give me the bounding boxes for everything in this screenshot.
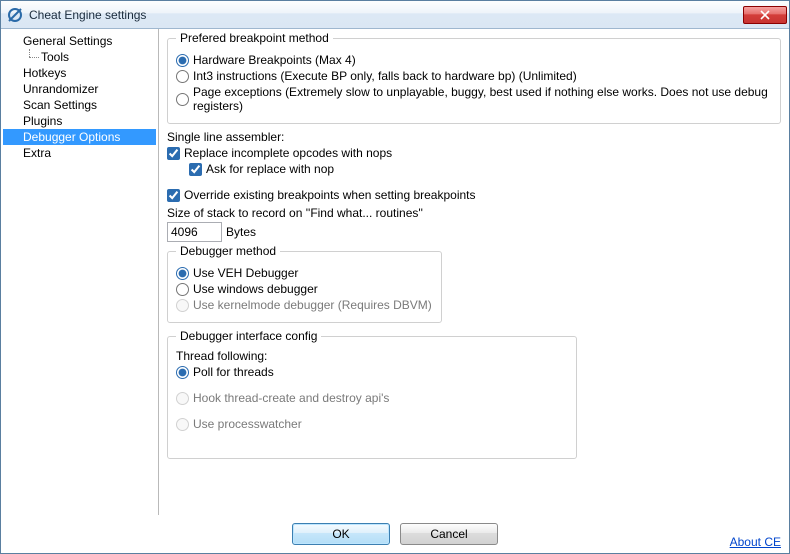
thread-following-label: Thread following: bbox=[176, 349, 568, 363]
hardware-breakpoints-radio[interactable] bbox=[176, 54, 189, 67]
tree-label: Unrandomizer bbox=[23, 82, 98, 96]
hook-thread-radio bbox=[176, 392, 189, 405]
veh-debugger-radio[interactable] bbox=[176, 267, 189, 280]
override-breakpoints-checkbox[interactable] bbox=[167, 189, 180, 202]
tree-label: Hotkeys bbox=[23, 66, 66, 80]
replace-nops-label[interactable]: Replace incomplete opcodes with nops bbox=[184, 146, 392, 160]
tree-label: Plugins bbox=[23, 114, 62, 128]
category-tree: General Settings Tools Hotkeys Unrandomi… bbox=[1, 29, 159, 515]
veh-debugger-label[interactable]: Use VEH Debugger bbox=[193, 266, 298, 280]
ok-button[interactable]: OK bbox=[292, 523, 390, 545]
tree-item-general[interactable]: General Settings bbox=[3, 33, 156, 49]
hardware-breakpoints-label[interactable]: Hardware Breakpoints (Max 4) bbox=[193, 53, 356, 67]
windows-debugger-radio[interactable] bbox=[176, 283, 189, 296]
processwatcher-radio bbox=[176, 418, 189, 431]
poll-threads-radio[interactable] bbox=[176, 366, 189, 379]
tree-label: Extra bbox=[23, 146, 51, 160]
tree-item-unrandomizer[interactable]: Unrandomizer bbox=[3, 81, 156, 97]
stack-size-label: Size of stack to record on ''Find what..… bbox=[167, 206, 781, 220]
debugger-interface-group: Debugger interface config Thread followi… bbox=[167, 329, 577, 459]
processwatcher-label: Use processwatcher bbox=[193, 417, 302, 431]
replace-nops-checkbox[interactable] bbox=[167, 147, 180, 160]
client-area: General Settings Tools Hotkeys Unrandomi… bbox=[1, 29, 789, 515]
settings-window: Cheat Engine settings General Settings T… bbox=[0, 0, 790, 554]
tree-label: Tools bbox=[41, 50, 69, 64]
cancel-button[interactable]: Cancel bbox=[400, 523, 498, 545]
override-breakpoints-label[interactable]: Override existing breakpoints when setti… bbox=[184, 188, 476, 202]
stack-size-unit: Bytes bbox=[226, 225, 256, 239]
int3-label[interactable]: Int3 instructions (Execute BP only, fall… bbox=[193, 69, 577, 83]
tree-item-scan-settings[interactable]: Scan Settings bbox=[3, 97, 156, 113]
hook-thread-label: Hook thread-create and destroy api's bbox=[193, 391, 389, 405]
titlebar[interactable]: Cheat Engine settings bbox=[1, 1, 789, 29]
stack-size-input[interactable] bbox=[167, 222, 222, 242]
assembler-label: Single line assembler: bbox=[167, 130, 781, 144]
windows-debugger-label[interactable]: Use windows debugger bbox=[193, 282, 318, 296]
poll-threads-label[interactable]: Poll for threads bbox=[193, 365, 274, 379]
dialog-footer: OK Cancel About CE bbox=[1, 515, 789, 553]
settings-panel: Prefered breakpoint method Hardware Brea… bbox=[159, 29, 789, 515]
about-link[interactable]: About CE bbox=[730, 535, 781, 549]
tree-item-plugins[interactable]: Plugins bbox=[3, 113, 156, 129]
tree-label: Debugger Options bbox=[23, 130, 120, 144]
int3-radio[interactable] bbox=[176, 70, 189, 83]
page-exceptions-radio[interactable] bbox=[176, 93, 189, 106]
kernelmode-debugger-label: Use kernelmode debugger (Requires DBVM) bbox=[193, 298, 432, 312]
close-button[interactable] bbox=[743, 6, 787, 24]
debugger-method-legend: Debugger method bbox=[176, 244, 280, 258]
debugger-method-group: Debugger method Use VEH Debugger Use win… bbox=[167, 244, 442, 323]
breakpoint-method-legend: Prefered breakpoint method bbox=[176, 31, 333, 45]
app-icon bbox=[7, 7, 23, 23]
breakpoint-method-group: Prefered breakpoint method Hardware Brea… bbox=[167, 31, 781, 124]
tree-item-hotkeys[interactable]: Hotkeys bbox=[3, 65, 156, 81]
debugger-interface-legend: Debugger interface config bbox=[176, 329, 321, 343]
tree-label: Scan Settings bbox=[23, 98, 97, 112]
tree-item-tools[interactable]: Tools bbox=[3, 49, 156, 65]
tree-item-extra[interactable]: Extra bbox=[3, 145, 156, 161]
kernelmode-debugger-radio bbox=[176, 299, 189, 312]
tree-label: General Settings bbox=[23, 34, 112, 48]
tree-item-debugger-options[interactable]: Debugger Options bbox=[3, 129, 156, 145]
ask-replace-label[interactable]: Ask for replace with nop bbox=[206, 162, 334, 176]
page-exceptions-label[interactable]: Page exceptions (Extremely slow to unpla… bbox=[193, 85, 772, 113]
window-title: Cheat Engine settings bbox=[29, 8, 743, 22]
ask-replace-checkbox[interactable] bbox=[189, 163, 202, 176]
